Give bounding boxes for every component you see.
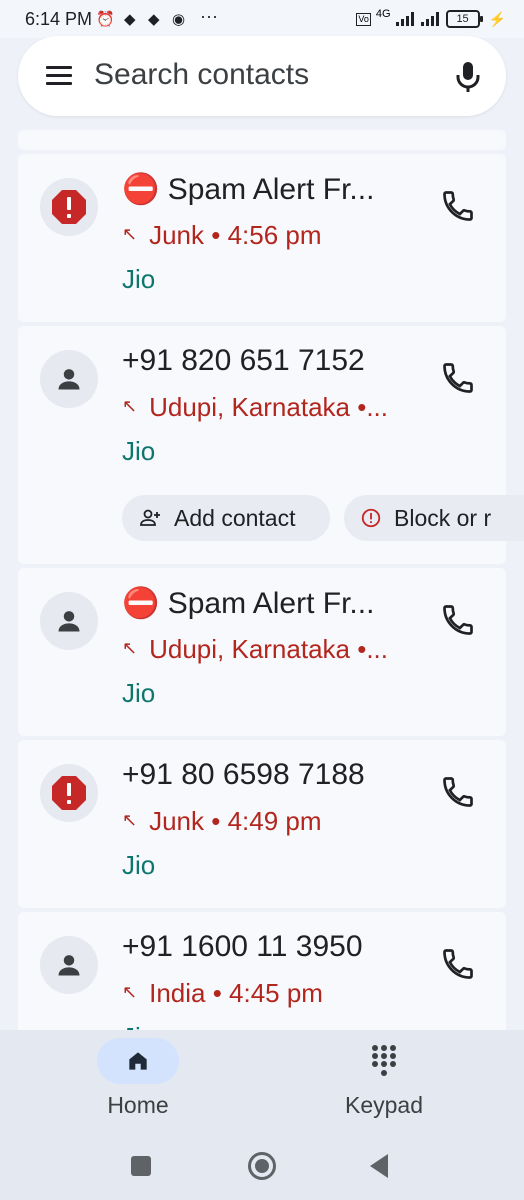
phone-call-icon[interactable] [440, 774, 476, 810]
caller-name: ⛔ Spam Alert Fr... [122, 587, 375, 620]
phone-call-icon[interactable] [440, 188, 476, 224]
block-report-button[interactable]: Block or r [344, 495, 524, 541]
alarm-icon: ⏰ [96, 11, 115, 28]
signal-icon [420, 12, 439, 26]
carrier-label: Jio [122, 678, 156, 708]
system-navigation-bar [0, 1140, 524, 1200]
menu-icon[interactable] [46, 66, 72, 86]
dialpad-icon [372, 1045, 396, 1076]
microphone-icon[interactable] [454, 60, 482, 94]
call-detail-text: Junk • 4:49 pm [149, 806, 322, 836]
contact-avatar [40, 350, 98, 408]
search-bar[interactable]: Search contacts [18, 36, 506, 116]
nav-home[interactable]: Home [58, 1038, 218, 1119]
caller-name: +91 820 651 7152 [122, 344, 365, 377]
call-detail: ↖ Junk • 4:56 pm [122, 220, 322, 251]
spam-avatar [40, 178, 98, 236]
call-log-item[interactable]: +91 80 6598 7188 ↖ Junk • 4:49 pm Jio [18, 740, 506, 908]
call-detail: ↖ India • 4:45 pm [122, 978, 323, 1009]
add-contact-button[interactable]: Add contact [122, 495, 330, 541]
add-contact-label: Add contact [174, 504, 296, 531]
home-button-dot [255, 1159, 269, 1173]
missed-call-icon: ↖ [122, 982, 138, 1002]
person-icon [58, 369, 80, 390]
person-icon [58, 955, 80, 976]
recents-button[interactable] [131, 1156, 151, 1176]
whatsapp-icon: ◉ [172, 11, 186, 28]
bottom-navigation: Home Keypad [0, 1030, 524, 1140]
block-alert-icon [361, 508, 381, 528]
caller-name: ⛔ Spam Alert Fr... [122, 173, 375, 206]
spam-warning-icon [52, 190, 86, 224]
call-detail-text: India • 4:45 pm [149, 978, 323, 1008]
missed-call-icon: ↖ [122, 810, 138, 830]
more-notifications-icon: ··· [200, 6, 218, 26]
home-icon [129, 1052, 147, 1070]
volte-icon: Vo [356, 12, 371, 26]
nav-home-indicator [97, 1038, 179, 1084]
call-detail-text: Udupi, Karnataka •... [149, 392, 388, 422]
contact-avatar [40, 592, 98, 650]
signal-icon [395, 12, 414, 26]
nav-keypad[interactable]: Keypad [304, 1038, 464, 1119]
list-item-partial [18, 130, 506, 150]
block-label: Block or r [394, 504, 492, 531]
nav-home-label: Home [107, 1092, 169, 1118]
carrier-label: Jio [122, 436, 156, 466]
call-detail-text: Junk • 4:56 pm [149, 220, 322, 250]
charging-icon: ⚡ [488, 10, 506, 27]
back-button[interactable] [368, 1153, 390, 1179]
call-detail: ↖ Udupi, Karnataka •... [122, 634, 388, 665]
missed-call-icon: ↖ [122, 224, 138, 244]
call-detail: ↖ Junk • 4:49 pm [122, 806, 322, 837]
call-detail-text: Udupi, Karnataka •... [149, 634, 388, 664]
home-button[interactable] [248, 1152, 276, 1180]
spam-avatar [40, 764, 98, 822]
status-bar: 6:14 PM ⏰ ◆ ◆ ◉ ··· Vo 4G 15 ⚡ [0, 0, 524, 38]
caller-name: +91 1600 11 3950 [122, 930, 363, 963]
call-detail: ↖ Udupi, Karnataka •... [122, 392, 388, 423]
app-notification-icon: ◆ [148, 11, 160, 28]
call-history-list: ⛔ Spam Alert Fr... ↖ Junk • 4:56 pm Jio +… [0, 130, 524, 1030]
status-time: 6:14 PM [25, 9, 93, 29]
add-person-icon [140, 509, 160, 526]
app-notification-icon: ◆ [124, 11, 136, 28]
search-input[interactable]: Search contacts [94, 58, 309, 92]
person-icon [58, 611, 80, 632]
caller-name: +91 80 6598 7188 [122, 758, 365, 791]
phone-call-icon[interactable] [440, 602, 476, 638]
phone-call-icon[interactable] [440, 360, 476, 396]
carrier-label: Jio [122, 1022, 155, 1030]
call-log-item[interactable]: +91 820 651 7152 ↖ Udupi, Karnataka •... … [18, 326, 524, 564]
carrier-label: Jio [122, 850, 156, 880]
contact-avatar [40, 936, 98, 994]
call-log-item[interactable]: +91 1600 11 3950 ↖ India • 4:45 pm Jio [18, 912, 506, 1030]
call-log-item[interactable]: ⛔ Spam Alert Fr... ↖ Udupi, Karnataka •..… [18, 568, 506, 736]
phone-call-icon[interactable] [440, 946, 476, 982]
spam-warning-icon [52, 776, 86, 810]
carrier-label: Jio [122, 264, 156, 294]
nav-keypad-label: Keypad [344, 1092, 423, 1118]
network-type: 4G [375, 8, 391, 20]
battery-icon: 15 [445, 10, 483, 28]
missed-call-icon: ↖ [122, 638, 138, 658]
missed-call-icon: ↖ [122, 396, 138, 416]
call-log-item[interactable]: ⛔ Spam Alert Fr... ↖ Junk • 4:56 pm Jio [18, 154, 506, 322]
nav-keypad-indicator [343, 1038, 425, 1084]
